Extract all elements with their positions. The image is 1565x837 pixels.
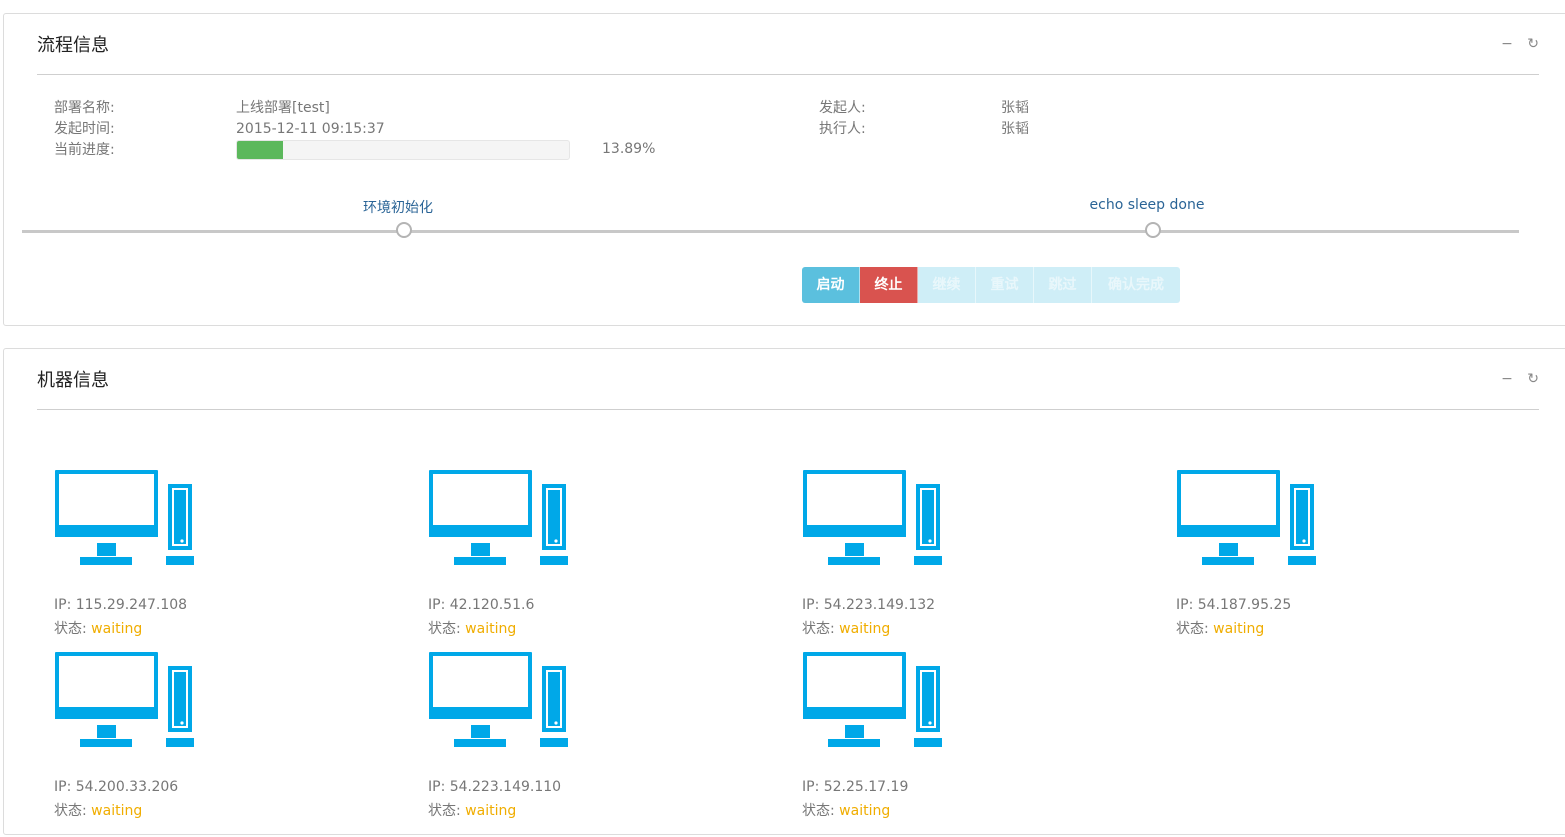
executor-label: 执行人: — [819, 121, 866, 137]
machine-ip: IP: 52.25.17.19 — [802, 779, 909, 795]
machine-card[interactable]: IP: 54.223.149.132 状态: waiting — [802, 469, 1002, 637]
process-panel-tools: − ↻ — [1491, 36, 1539, 52]
action-button-group: 启动 终止 继续 重试 跳过 确认完成 — [802, 267, 1180, 303]
status-label: 状态: — [428, 803, 466, 819]
machine-status: 状态: waiting — [54, 618, 142, 638]
refresh-icon[interactable]: ↻ — [1527, 36, 1539, 52]
machine-ip: IP: 54.223.149.132 — [802, 597, 936, 613]
machine-status: 状态: waiting — [54, 800, 142, 820]
machine-ip: IP: 42.120.51.6 — [428, 597, 535, 613]
initiator-label: 发起人: — [819, 100, 866, 116]
machine-status: 状态: waiting — [428, 618, 516, 638]
status-value: waiting — [465, 803, 517, 819]
status-value: waiting — [839, 803, 891, 819]
minimize-icon[interactable]: − — [1501, 36, 1513, 52]
machine-info-panel: 机器信息 − ↻ IP: 115.29.247.108 状态: waiting IP… — [3, 348, 1565, 835]
machine-status: 状态: waiting — [802, 800, 890, 820]
step-label-echo[interactable]: echo sleep done — [1090, 197, 1205, 213]
step-timeline — [22, 230, 1519, 233]
deploy-name-value: 上线部署[test] — [236, 100, 330, 116]
retry-button[interactable]: 重试 — [976, 267, 1034, 303]
computer-icon — [55, 470, 194, 565]
status-label: 状态: — [1176, 621, 1214, 637]
status-label: 状态: — [428, 621, 466, 637]
confirm-complete-button[interactable]: 确认完成 — [1092, 267, 1180, 303]
skip-button[interactable]: 跳过 — [1034, 267, 1092, 303]
computer-icon — [803, 652, 942, 747]
computer-icon — [429, 652, 568, 747]
process-info-panel: 流程信息 − ↻ 部署名称: 上线部署[test] 发起时间: 2015-12-… — [3, 13, 1565, 326]
progress-bar-fill — [237, 141, 284, 159]
machine-ip: IP: 54.223.149.110 — [428, 779, 562, 795]
process-panel-header: 流程信息 − ↻ — [37, 14, 1539, 75]
start-time-value: 2015-12-11 09:15:37 — [236, 121, 385, 137]
computer-icon — [429, 470, 568, 565]
status-label: 状态: — [54, 803, 92, 819]
machine-card[interactable]: IP: 54.200.33.206 状态: waiting — [54, 651, 254, 819]
machine-ip: IP: 54.200.33.206 — [54, 779, 179, 795]
continue-button[interactable]: 继续 — [918, 267, 976, 303]
executor-value: 张韬 — [1001, 121, 1029, 137]
status-label: 状态: — [802, 621, 840, 637]
machine-status: 状态: waiting — [1176, 618, 1264, 638]
machine-ip: IP: 54.187.95.25 — [1176, 597, 1292, 613]
minimize-icon[interactable]: − — [1501, 371, 1513, 387]
status-value: waiting — [465, 621, 517, 637]
status-value: waiting — [839, 621, 891, 637]
machine-panel-title: 机器信息 — [37, 370, 109, 391]
progress-bar — [236, 140, 570, 160]
machine-status: 状态: waiting — [802, 618, 890, 638]
initiator-value: 张韬 — [1001, 100, 1029, 116]
start-time-label: 发起时间: — [54, 121, 115, 137]
machine-card[interactable]: IP: 115.29.247.108 状态: waiting — [54, 469, 254, 637]
machine-card[interactable]: IP: 42.120.51.6 状态: waiting — [428, 469, 628, 637]
process-panel-title: 流程信息 — [37, 35, 109, 56]
status-value: waiting — [1213, 621, 1265, 637]
progress-percent-text: 13.89% — [602, 141, 656, 157]
machine-panel-tools: − ↻ — [1491, 371, 1539, 387]
refresh-icon[interactable]: ↻ — [1527, 371, 1539, 387]
step-node-init[interactable] — [396, 222, 412, 238]
step-node-echo[interactable] — [1145, 222, 1161, 238]
computer-icon — [1177, 470, 1316, 565]
status-value: waiting — [91, 621, 143, 637]
start-button[interactable]: 启动 — [802, 267, 860, 303]
machine-panel-header: 机器信息 − ↻ — [37, 349, 1539, 410]
step-label-init[interactable]: 环境初始化 — [363, 197, 433, 217]
machine-ip: IP: 115.29.247.108 — [54, 597, 188, 613]
computer-icon — [803, 470, 942, 565]
progress-label: 当前进度: — [54, 142, 115, 158]
machine-card[interactable]: IP: 54.223.149.110 状态: waiting — [428, 651, 628, 819]
computer-icon — [55, 652, 194, 747]
deploy-name-label: 部署名称: — [54, 100, 115, 116]
status-label: 状态: — [54, 621, 92, 637]
machine-card[interactable]: IP: 52.25.17.19 状态: waiting — [802, 651, 1002, 819]
machine-card[interactable]: IP: 54.187.95.25 状态: waiting — [1176, 469, 1376, 637]
status-label: 状态: — [802, 803, 840, 819]
status-value: waiting — [91, 803, 143, 819]
machine-status: 状态: waiting — [428, 800, 516, 820]
stop-button[interactable]: 终止 — [860, 267, 918, 303]
